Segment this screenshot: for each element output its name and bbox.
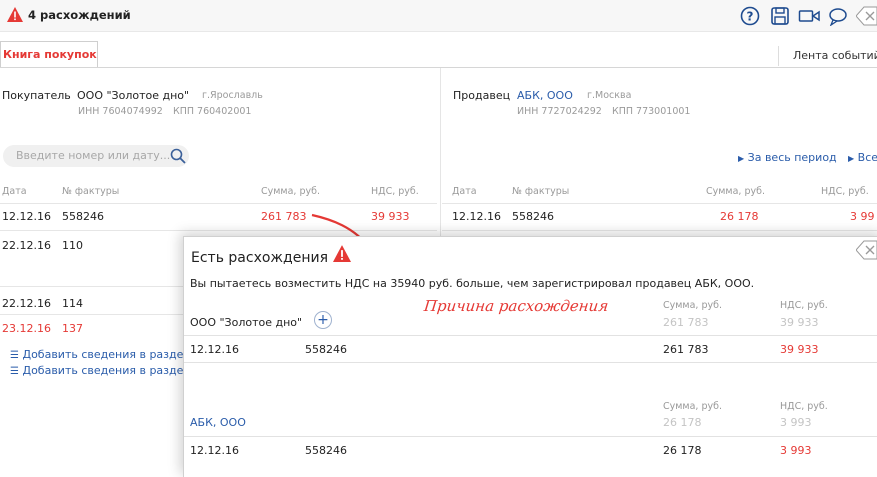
row-number: 558246 <box>512 210 554 223</box>
popup-row-number: 558246 <box>305 444 347 457</box>
popup-vat-total: 3 993 <box>780 416 812 429</box>
row-divider <box>184 362 877 363</box>
popup-vat-header: НДС, руб. <box>780 401 828 412</box>
svg-text:?: ? <box>747 10 754 24</box>
col-sum-header: Сумма, руб. <box>706 186 765 197</box>
row-date: 23.12.16 <box>2 322 51 335</box>
discrepancies-title: 4 расхождений <box>28 8 131 22</box>
add-list-icon: ☰ <box>10 366 19 377</box>
add-list-icon: ☰ <box>10 350 19 361</box>
popup-vat-total: 39 933 <box>780 316 819 329</box>
popup-message: Вы пытаетесь возместить НДС на 35940 руб… <box>190 277 755 290</box>
row-divider <box>0 314 183 315</box>
add-info-link[interactable]: ☰ Добавить сведения в разде <box>10 348 183 361</box>
seller-name-link[interactable]: АБК, ООО <box>517 89 573 102</box>
popup-sum-header: Сумма, руб. <box>663 401 722 412</box>
row-divider <box>0 286 183 287</box>
close-icon[interactable] <box>856 240 877 260</box>
col-date-header: Дата <box>452 186 477 197</box>
popup-sum-header: Сумма, руб. <box>663 300 722 311</box>
search-placeholder: Введите номер или дату... <box>16 149 171 162</box>
seller-city: г.Москва <box>587 90 632 101</box>
buyer-city: г.Ярославль <box>202 90 263 101</box>
popup-buyer-name: ООО "Золотое дно" <box>190 316 303 329</box>
buyer-kpp: КПП 760402001 <box>173 106 252 117</box>
popup-row-sum: 26 178 <box>663 444 702 457</box>
seller-label: Продавец <box>453 89 511 102</box>
add-info-label: Добавить сведения в разде <box>22 348 184 361</box>
filter-all[interactable]: ▶ Все <box>848 151 877 164</box>
popup-row-vat: 39 933 <box>780 343 819 356</box>
row-divider <box>184 335 877 336</box>
column-divider <box>440 68 441 238</box>
row-number: 110 <box>62 239 83 252</box>
save-icon[interactable] <box>770 6 790 26</box>
help-icon[interactable]: ? <box>740 6 760 26</box>
tab-event-feed[interactable]: Лента событий <box>778 46 877 66</box>
filter-whole-period-label: За весь период <box>747 151 837 164</box>
row-number: 137 <box>62 322 83 335</box>
popup-title: Есть расхождения <box>191 250 328 266</box>
row-date: 12.12.16 <box>452 210 501 223</box>
tab-divider <box>0 67 877 68</box>
triangle-right-icon: ▶ <box>738 154 745 163</box>
seller-kpp: КПП 773001001 <box>612 106 691 117</box>
popup-row-vat: 3 993 <box>780 444 812 457</box>
popup-sum-total: 26 178 <box>663 416 702 429</box>
popup-row-date: 12.12.16 <box>190 444 239 457</box>
warning-icon <box>7 7 23 22</box>
buyer-inn: ИНН 7604074992 <box>78 106 163 117</box>
seller-inn: ИНН 7727024292 <box>517 106 602 117</box>
row-date: 22.12.16 <box>2 297 51 310</box>
popup-row-number: 558246 <box>305 343 347 356</box>
row-divider <box>184 436 877 437</box>
add-info-link[interactable]: ☰ Добавить сведения в разде <box>10 364 183 377</box>
col-number-header: № фактуры <box>512 186 570 197</box>
popup-row-date: 12.12.16 <box>190 343 239 356</box>
filter-all-label: Все <box>857 151 877 164</box>
popup-sum-total: 261 783 <box>663 316 709 329</box>
add-info-label: Добавить сведения в разде <box>22 364 184 377</box>
row-date: 22.12.16 <box>2 239 51 252</box>
col-sum-header: Сумма, руб. <box>261 186 320 197</box>
row-divider <box>442 230 877 231</box>
video-icon[interactable] <box>798 6 820 26</box>
discrepancy-popup <box>183 236 877 477</box>
comment-icon[interactable] <box>828 6 850 26</box>
triangle-right-icon: ▶ <box>848 154 855 163</box>
row-divider <box>442 203 877 204</box>
buyer-label: Покупатель <box>2 89 71 102</box>
row-divider <box>0 203 437 204</box>
col-vat-header: НДС, руб. <box>821 186 869 197</box>
search-icon[interactable] <box>169 147 187 165</box>
col-vat-header: НДС, руб. <box>371 186 419 197</box>
tab-purchase-book[interactable]: Книга покупок <box>0 41 98 67</box>
row-number: 558246 <box>62 210 104 223</box>
search-input[interactable]: Введите номер или дату... <box>3 145 189 167</box>
row-vat: 3 99 <box>850 210 875 223</box>
buyer-name: ООО "Золотое дно" <box>77 89 190 102</box>
col-number-header: № фактуры <box>62 186 120 197</box>
row-date: 12.12.16 <box>2 210 51 223</box>
close-icon[interactable] <box>856 6 877 26</box>
warning-icon <box>333 245 351 262</box>
row-sum: 26 178 <box>720 210 759 223</box>
annotation-text: Причина расхождения <box>423 297 610 315</box>
row-number: 114 <box>62 297 83 310</box>
popup-row-sum: 261 783 <box>663 343 709 356</box>
add-button[interactable]: + <box>314 311 332 329</box>
popup-seller-name[interactable]: АБК, ООО <box>190 416 246 429</box>
popup-vat-header: НДС, руб. <box>780 300 828 311</box>
filter-whole-period[interactable]: ▶ За весь период <box>738 151 837 164</box>
col-date-header: Дата <box>2 186 27 197</box>
